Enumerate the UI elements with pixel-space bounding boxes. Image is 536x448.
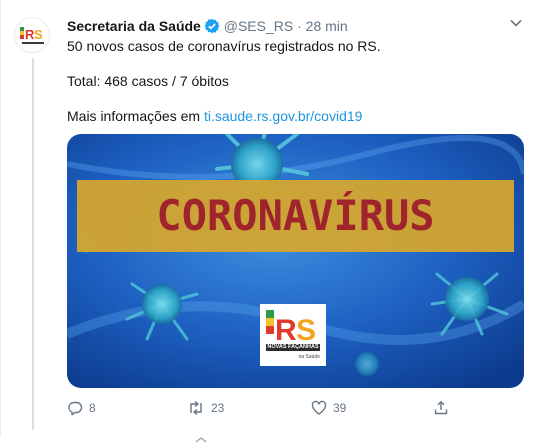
next-tweet-peek-chevron-icon: [195, 430, 207, 448]
tweet-media-image[interactable]: CORONAVÍRUS R S NOVAS FAÇANHAS na Saúde: [67, 134, 524, 388]
tweet-header: Secretaria da Saúde @SES_RS · 28 min: [67, 17, 348, 38]
covid-info-link[interactable]: ti.saude.rs.gov.br/covid19: [204, 108, 363, 124]
author-handle[interactable]: @SES_RS: [224, 18, 293, 34]
heart-icon: [311, 400, 327, 415]
tweet-text-line-2: Total: 468 casos / 7 óbitos: [67, 73, 229, 89]
author-name[interactable]: Secretaria da Saúde: [67, 18, 201, 34]
share-button[interactable]: [433, 398, 449, 418]
tweet-text-line-3: Mais informações em ti.saude.rs.gov.br/c…: [67, 107, 362, 125]
tweet-text-line-1: 50 novos casos de coronavírus registrado…: [67, 38, 381, 54]
share-icon: [434, 401, 448, 415]
tweet-actions: 8 23 39: [67, 398, 467, 418]
retweet-count: 23: [211, 401, 225, 415]
more-options-chevron-icon[interactable]: [509, 16, 523, 35]
tweet-card[interactable]: R S Secretaria da Saúde @SES_RS · 28 min…: [0, 0, 536, 443]
svg-text:R: R: [275, 314, 297, 347]
verified-badge-icon: [204, 18, 220, 38]
thread-line: [32, 58, 34, 430]
separator-dot: ·: [297, 18, 302, 34]
like-count: 39: [333, 401, 347, 415]
logo-tagline: NOVAS FAÇANHAS: [267, 344, 319, 350]
reply-icon: [68, 401, 83, 416]
coronavirus-headline: CORONAVÍRUS: [156, 191, 435, 240]
reply-button[interactable]: 8: [67, 398, 96, 418]
reply-count: 8: [89, 401, 96, 415]
tweet-timestamp[interactable]: 28 min: [306, 18, 348, 34]
retweet-button[interactable]: 23: [187, 398, 224, 418]
svg-text:S: S: [296, 314, 316, 347]
info-prefix: Mais informações em: [67, 108, 204, 124]
logo-sub: na Saúde: [298, 354, 320, 360]
retweet-icon: [190, 400, 202, 416]
svg-text:S: S: [34, 27, 43, 42]
rs-logo-icon: R S: [20, 27, 44, 44]
like-button[interactable]: 39: [311, 398, 346, 418]
rs-gov-logo: R S NOVAS FAÇANHAS na Saúde: [260, 304, 326, 366]
author-avatar[interactable]: R S: [14, 17, 50, 53]
